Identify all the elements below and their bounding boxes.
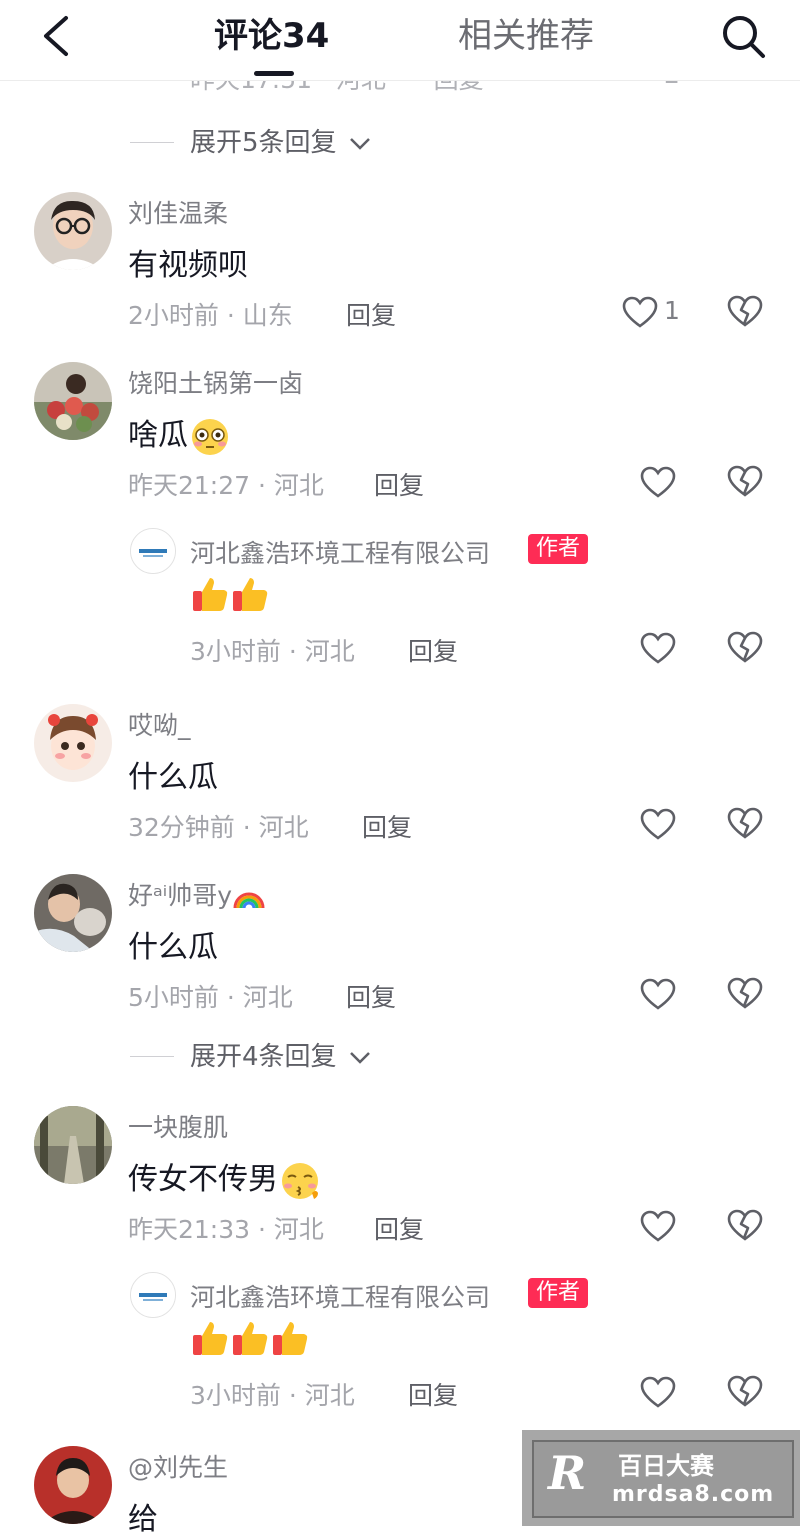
comment-meta: 32分钟前 · 河北	[128, 813, 309, 842]
comment-text: 给	[128, 1502, 158, 1537]
comment-meta: 2小时前 · 山东	[128, 301, 293, 330]
like-heart-icon[interactable]	[640, 1376, 676, 1408]
reply-button[interactable]: 回复	[408, 1376, 458, 1412]
comment-nickname[interactable]: @刘先生	[128, 1448, 228, 1484]
thumbs-up-emoji-icon	[273, 1322, 308, 1355]
dislike-broken-heart-icon[interactable]	[726, 806, 764, 840]
comment-text: 什么瓜	[128, 930, 218, 965]
dislike-broken-heart-icon[interactable]	[726, 630, 764, 664]
comment-item: 一块腹肌 传女不传男 昨天21:33 · 河北 回复	[0, 1106, 800, 1256]
comment-item: 饶阳土锅第一卤 啥瓜 昨天21:27 · 河北 回复	[0, 362, 800, 512]
comment-item: 哎呦_ 什么瓜 32分钟前 · 河北 回复	[0, 704, 800, 854]
author-avatar[interactable]	[130, 528, 176, 574]
reply-text-emoji	[190, 574, 270, 614]
rainbow-emoji-icon	[233, 892, 265, 909]
reply-button[interactable]: 回复	[408, 632, 458, 668]
avatar[interactable]	[34, 874, 112, 952]
like-heart-icon[interactable]	[622, 296, 658, 328]
thumbs-up-emoji-icon	[233, 1322, 268, 1355]
comment-item: 好ᵃⁱ帅哥y 什么瓜 5小时前 · 河北 回复	[0, 874, 800, 1024]
comment-nickname[interactable]: 饶阳土锅第一卤	[128, 364, 303, 400]
thumbs-up-emoji-icon	[193, 1322, 228, 1355]
comment-item: 刘佳温柔 有视频呗 2小时前 · 山东 回复 1	[0, 192, 800, 342]
expand-replies-label: 展开4条回复	[190, 1042, 337, 1072]
divider	[130, 1056, 174, 1057]
reply-button[interactable]: 回复	[346, 978, 396, 1014]
dislike-broken-heart-icon[interactable]	[726, 464, 764, 498]
comment-nickname[interactable]: 好ᵃⁱ帅哥y	[128, 876, 266, 912]
divider	[130, 142, 174, 143]
author-nickname[interactable]: 河北鑫浩环境工程有限公司	[190, 1278, 490, 1314]
avatar[interactable]	[34, 704, 112, 782]
watermark-title: 百日大赛	[618, 1452, 714, 1480]
author-badge: 作者	[528, 534, 589, 564]
reply-button[interactable]: 回复	[362, 808, 412, 844]
chevron-down-icon	[349, 1051, 370, 1064]
dislike-broken-heart-icon[interactable]	[726, 1208, 764, 1242]
flushed-face-emoji-icon	[192, 418, 228, 455]
comment-text: 啥瓜	[128, 410, 232, 457]
active-tab-indicator	[254, 71, 294, 76]
like-count: 1	[664, 296, 680, 325]
author-nickname[interactable]: 河北鑫浩环境工程有限公司	[190, 534, 490, 570]
author-avatar[interactable]	[130, 1272, 176, 1318]
comment-nickname[interactable]: 哎呦_	[128, 706, 191, 742]
kissing-face-emoji-icon	[282, 1162, 318, 1199]
author-reply-item: 河北鑫浩环境工程有限公司 作者 3小时前 · 河北 回复	[0, 528, 800, 678]
avatar[interactable]	[34, 362, 112, 440]
comment-text: 传女不传男	[128, 1154, 322, 1201]
dislike-broken-heart-icon[interactable]	[726, 294, 764, 328]
author-reply-item: 河北鑫浩环境工程有限公司 作者 3小时前 · 河北 回复	[0, 1272, 800, 1422]
reply-button[interactable]: 回复	[374, 1210, 424, 1246]
reply-meta: 3小时前 · 河北	[190, 1381, 355, 1410]
comment-meta: 昨天21:33 · 河北	[128, 1215, 324, 1244]
watermark: R 百日大赛 mrdsa8.com	[522, 1430, 800, 1526]
avatar[interactable]	[34, 192, 112, 270]
watermark-url: mrdsa8.com	[612, 1482, 775, 1507]
like-heart-icon[interactable]	[640, 978, 676, 1010]
tab-comments[interactable]: 评论34	[214, 12, 329, 60]
comment-nickname[interactable]: 刘佳温柔	[128, 194, 228, 230]
tab-related[interactable]: 相关推荐	[458, 12, 594, 60]
like-heart-icon[interactable]	[640, 808, 676, 840]
comment-text: 有视频呗	[128, 248, 248, 283]
comment-meta: 5小时前 · 河北	[128, 983, 293, 1012]
avatar[interactable]	[34, 1106, 112, 1184]
reply-button[interactable]: 回复	[346, 296, 396, 332]
search-icon[interactable]	[718, 12, 768, 62]
chevron-down-icon	[349, 137, 370, 150]
comment-header: 评论34 相关推荐	[0, 0, 800, 81]
expand-replies-label: 展开5条回复	[190, 128, 337, 158]
comment-meta: 昨天21:27 · 河北	[128, 471, 324, 500]
dislike-broken-heart-icon[interactable]	[726, 1374, 764, 1408]
comment-text: 什么瓜	[128, 760, 218, 795]
watermark-box: R 百日大赛 mrdsa8.com	[532, 1440, 794, 1518]
reply-meta: 3小时前 · 河北	[190, 637, 355, 666]
like-heart-icon[interactable]	[640, 632, 676, 664]
thumbs-up-emoji-icon	[233, 578, 268, 611]
back-arrow-icon[interactable]	[38, 14, 78, 58]
comment-nickname[interactable]: 一块腹肌	[128, 1108, 228, 1144]
like-heart-icon[interactable]	[640, 1210, 676, 1242]
avatar[interactable]	[34, 1446, 112, 1524]
thumbs-up-emoji-icon	[193, 578, 228, 611]
like-heart-icon[interactable]	[640, 466, 676, 498]
reply-button[interactable]: 回复	[374, 466, 424, 502]
watermark-logo: R	[548, 1446, 587, 1500]
author-badge: 作者	[528, 1278, 589, 1308]
reply-text-emoji	[190, 1318, 310, 1358]
dislike-broken-heart-icon[interactable]	[726, 976, 764, 1010]
